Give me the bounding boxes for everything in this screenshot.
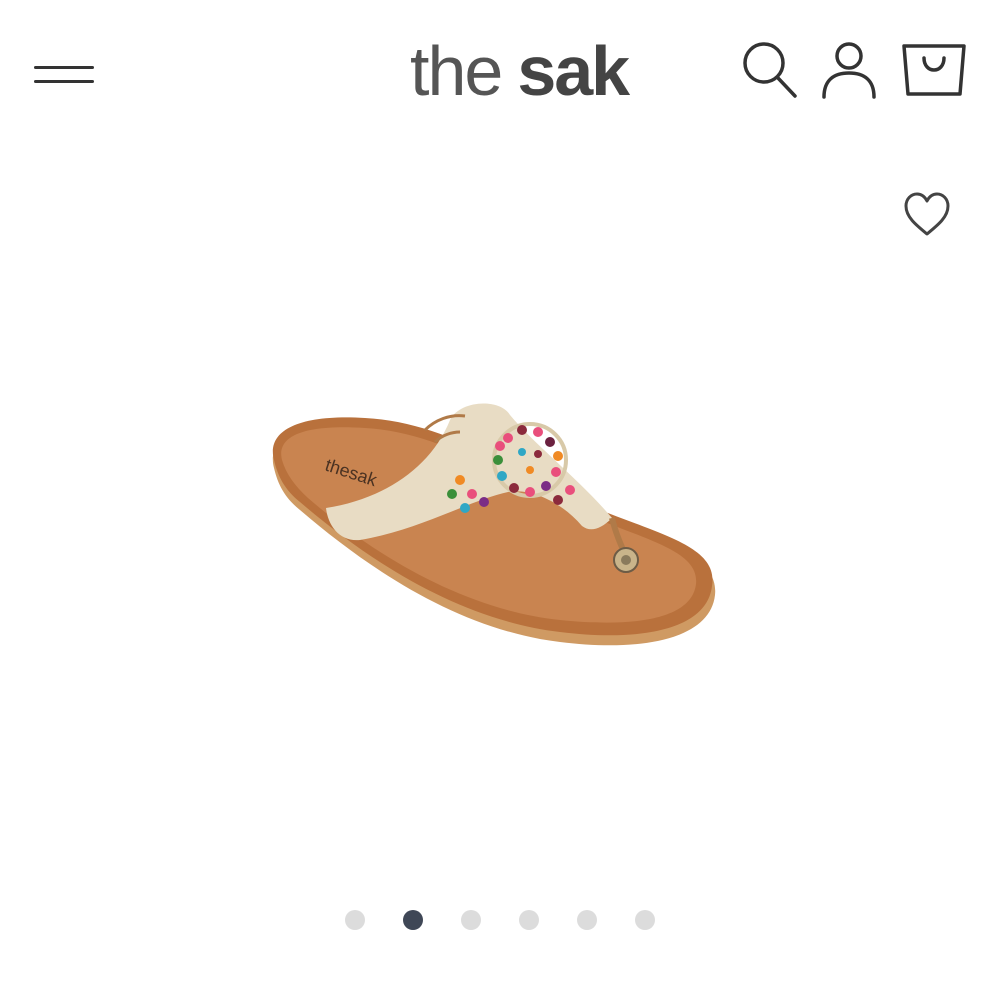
carousel-dot-3[interactable] (461, 910, 481, 930)
heart-icon[interactable] (902, 190, 952, 238)
hamburger-menu-icon[interactable] (30, 60, 98, 90)
carousel-dot-2-active[interactable] (403, 910, 423, 930)
carousel-dot-6[interactable] (635, 910, 655, 930)
shopping-bag-icon[interactable] (900, 40, 968, 100)
brand-logo[interactable]: the sak (410, 26, 630, 116)
carousel-dot-4[interactable] (519, 910, 539, 930)
product-image[interactable]: thesak (260, 390, 740, 660)
logo-text-the: the (410, 32, 503, 110)
carousel-dot-5[interactable] (577, 910, 597, 930)
search-icon[interactable] (740, 38, 800, 100)
menu-line (34, 66, 94, 69)
logo-text-sak: sak (517, 32, 630, 110)
carousel-dot-1[interactable] (345, 910, 365, 930)
site-header: the sak (0, 0, 1000, 140)
menu-line (34, 80, 94, 83)
user-icon[interactable] (820, 40, 878, 100)
image-carousel-pagination (0, 910, 1000, 930)
